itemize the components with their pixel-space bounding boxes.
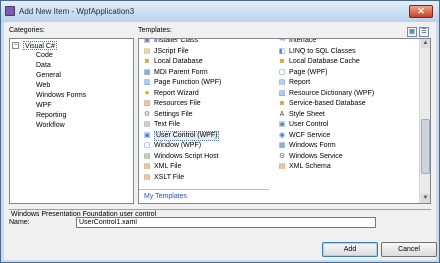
script-host-icon: ▤ [143,152,151,160]
resource-dictionary-icon: ▧ [278,89,286,97]
template-label: Windows Script Host [154,152,219,160]
template-label: Settings File [154,110,193,118]
resources-icon: ▧ [143,100,151,107]
large-icons-view-button[interactable]: ▦ [407,27,417,37]
my-templates-heading: My Templates [144,193,188,200]
template-label: XML Schema [289,163,331,170]
template-label: Report Wizard [154,89,199,97]
template-label: XSLT File [154,173,185,181]
template-label: WCF Service [289,131,331,139]
category-workflow[interactable]: Workflow [36,121,65,130]
category-windows-forms[interactable]: Windows Forms [36,91,86,100]
template-label: Local Database [154,58,203,65]
template-label: Windows Form [289,142,336,149]
add-button[interactable]: Add [322,242,378,257]
report-icon: ▤ [278,79,286,86]
jscript-icon: ▤ [143,47,151,55]
category-general[interactable]: General [36,71,61,80]
scroll-down-icon[interactable]: ▼ [421,194,430,203]
template-label: Window (WPF) [154,142,202,149]
template-label: Service-based Database [289,100,366,107]
template-label: MDI Parent Form [154,68,208,76]
category-reporting[interactable]: Reporting [36,111,66,120]
form-icon: ▦ [143,68,151,76]
window-icon: ▢ [143,142,151,149]
template-label: Resource Dictionary (WPF) [289,89,375,97]
template-label: Page (WPF) [289,68,328,76]
categories-label: Categories: [9,27,45,34]
template-label: JScript File [154,47,189,55]
my-templates-divider [139,189,269,190]
category-data[interactable]: Data [36,61,51,70]
title-bar[interactable]: Add New Item - WpfApplication3 ✕ [1,1,439,22]
category-visual-csharp[interactable]: Visual C# [23,41,57,50]
category-web[interactable]: Web [36,81,50,90]
scroll-thumb[interactable] [421,119,430,174]
database-icon: ◙ [144,58,150,65]
user-control-winforms-icon: ▣ [278,121,286,128]
category-wpf[interactable]: WPF [36,101,52,110]
db-cache-icon: ◙ [279,58,285,65]
interface-icon: ⊸ [279,38,285,44]
window-title: Add New Item - WpfApplication3 [19,7,135,16]
template-label: Interface [289,38,317,44]
template-label: Local Database Cache [289,58,360,65]
linq-icon: ◧ [278,47,286,55]
template-label: Page Function (WPF) [154,79,222,86]
installer-icon: ▣ [143,38,151,44]
close-button[interactable]: ✕ [409,5,433,18]
visual-studio-icon [5,6,15,16]
collapse-icon[interactable]: − [12,42,19,49]
windows-service-icon: ⚙ [278,152,286,160]
template-label: User Control [289,121,329,128]
template-label: XML File [154,163,182,170]
report-wizard-icon: ★ [143,89,151,97]
templates-list[interactable]: ▣ Installer Class ▤ JScript File ◙ Local Data… [138,38,431,204]
template-label: LINQ to SQL Classes [289,47,356,55]
style-sheet-icon: A [279,110,285,118]
windows-form-icon: ▦ [278,142,286,149]
template-label: Text File [154,121,181,128]
category-code[interactable]: Code [36,51,53,60]
dialog-body: Categories: Templates: ▦ ☰ − Visual C# C… [4,22,437,260]
template-label: Style Sheet [289,110,325,118]
categories-tree[interactable]: − Visual C# Code Data General Web Window… [9,38,134,204]
template-label: Report [289,79,311,86]
add-new-item-dialog: Add New Item - WpfApplication3 ✕ Categor… [0,0,440,263]
settings-icon: ⚙ [143,110,151,118]
template-label: Windows Service [289,152,343,160]
wcf-service-icon: ◉ [278,131,286,139]
name-input[interactable] [76,217,376,228]
service-db-icon: ◙ [279,100,285,107]
template-label: Installer Class [154,38,198,44]
template-label: Resources File [154,100,201,107]
template-label: User Control (WPF) [154,130,220,141]
templates-label: Templates: [138,27,172,34]
xml-schema-icon: ▤ [278,163,286,170]
text-file-icon: ▤ [143,121,151,128]
scroll-up-icon[interactable]: ▲ [421,39,430,48]
xml-file-icon: ▤ [143,163,151,170]
xslt-file-icon: ▤ [143,173,151,181]
cancel-button[interactable]: Cancel [381,242,437,257]
page-icon: ▢ [278,68,286,76]
user-control-icon: ▣ [143,131,151,139]
page-function-icon: ▥ [143,79,151,86]
small-icons-view-button[interactable]: ☰ [419,27,429,37]
name-label: Name: [9,219,30,226]
templates-scrollbar[interactable]: ▲ ▼ [419,39,430,203]
